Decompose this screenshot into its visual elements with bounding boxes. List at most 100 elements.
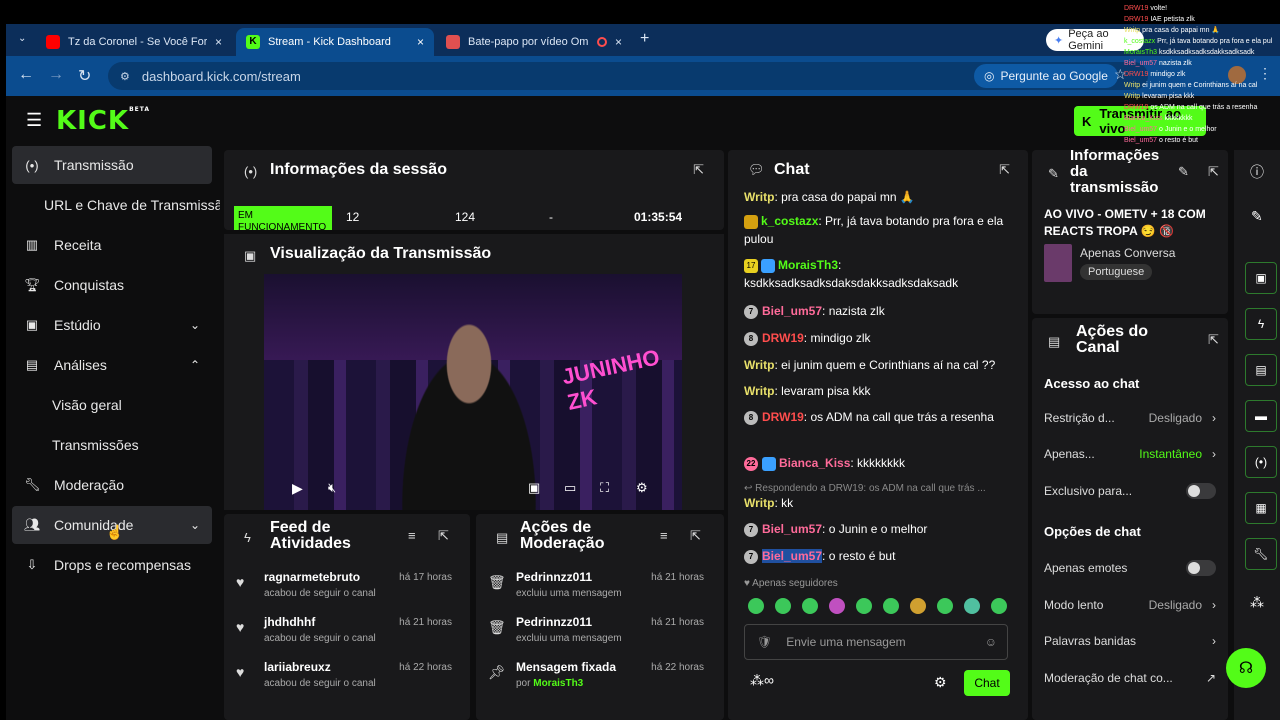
sidebar-item-transmissao[interactable]: (•) Transmissão [12, 146, 212, 184]
emote-icon[interactable] [829, 598, 845, 614]
emote-icon[interactable] [910, 598, 926, 614]
emote-icon[interactable] [802, 598, 818, 614]
filter-icon[interactable]: ≡ [408, 528, 416, 543]
chat-moderation-link[interactable]: Moderação de chat co... ↗ [1044, 660, 1216, 696]
kick-dashboard-page: ☰ KICKBETA K Transmitir ao vivo (•) Trans… [6, 96, 1280, 720]
chat-settings-icon[interactable]: ⚙ [934, 674, 947, 691]
stream-video[interactable]: JUNINHO ZK ▶ 🔇︎ ▣ ▭ ⛶ ⚙ [264, 274, 682, 510]
wrench-icon: 🔧︎ [24, 477, 41, 492]
popout-icon[interactable]: ⇱ [438, 528, 449, 544]
reload-icon[interactable]: ↻ [78, 66, 91, 86]
list-item: ♥ lariiabreuxz acabou de seguir o canal há … [236, 660, 452, 689]
settings-icon[interactable]: ⚙ [636, 480, 648, 496]
emotes-only-toggle[interactable] [1186, 560, 1216, 576]
chat-message: Writp: pra casa do papai mn 🙏 [744, 190, 915, 204]
emote-icon[interactable] [883, 598, 899, 614]
edit-icon[interactable]: ✎ [1251, 208, 1263, 225]
list-item: 🗑︎ Pedrinnzz011 excluiu uma mensagem há 21 … [488, 570, 704, 599]
send-chat-button[interactable]: Chat [964, 670, 1010, 696]
tab-ometv[interactable]: Bate-papo por vídeo OmeTV × [436, 28, 632, 56]
tab-youtube[interactable]: Tz da Coronel - Se Você For Em × [36, 28, 232, 56]
popout-icon[interactable]: ⇱ [693, 162, 704, 178]
exclusive-toggle[interactable] [1186, 483, 1216, 499]
chat-message: k_costazx: Prr, já tava botando pra fora… [744, 214, 1004, 246]
session-duration: 01:35:54 [634, 210, 683, 224]
emote-icon[interactable] [775, 598, 791, 614]
sidebar-item-analises[interactable]: ▤ Análises ⌃ [12, 346, 212, 384]
panel-title: Chat [774, 161, 810, 178]
new-tab-button[interactable]: + [640, 30, 649, 48]
menu-icon[interactable]: ☰ [26, 110, 42, 131]
wrench-icon[interactable]: 🔧︎ [1245, 538, 1277, 570]
chat-message: Writp: ei junim quem e Corinthians aí na… [744, 358, 996, 372]
sidebar-item-receita[interactable]: ▥ Receita [12, 226, 212, 264]
session-info-panel: (•) Informações da sessão ⇱ EM FUNCIONAM… [224, 150, 724, 230]
sidebar-item-estudio[interactable]: ▣ Estúdio ⌄ [12, 306, 212, 344]
chat-input[interactable]: 🛡︎ Envie uma mensagem ☺ [744, 624, 1008, 660]
emote-bar [748, 598, 1018, 616]
popout-icon[interactable]: ⇱ [690, 528, 701, 544]
forward-icon[interactable]: → [48, 66, 64, 84]
camera-icon[interactable]: ▣ [1245, 262, 1277, 294]
broadcast-icon: (•) [244, 164, 258, 179]
broadcast-icon: (•) [25, 157, 39, 173]
emote-icon[interactable] [991, 598, 1007, 614]
chat-restriction-setting[interactable]: Restrição d... Desligado › [1044, 400, 1216, 436]
site-info-icon[interactable]: ⚙ [120, 70, 130, 83]
clipboard-icon[interactable]: ▤ [1245, 354, 1277, 386]
sidebar: (•) Transmissão URL e Chave de Transmissã… [6, 146, 220, 720]
info-icon[interactable]: ⓘ [1250, 162, 1264, 182]
filter-icon[interactable]: ≡ [660, 528, 668, 543]
popout-icon[interactable]: ⇱ [1208, 332, 1219, 348]
slow-mode-setting[interactable]: Modo lento Desligado › [1044, 587, 1216, 623]
theater-icon[interactable]: ▭ [564, 480, 576, 496]
close-tab-icon[interactable]: × [615, 35, 622, 49]
lightning-icon[interactable]: ϟ [1245, 308, 1277, 340]
followers-only-setting[interactable]: Apenas... Instantâneo › [1044, 436, 1216, 472]
tab-kick-dashboard[interactable]: K Stream - Kick Dashboard × [236, 28, 434, 56]
bar-chart-icon: ▥ [25, 237, 39, 252]
chat-bubble-icon[interactable]: ▬ [1245, 400, 1277, 432]
overlay-message: Biel_um57 o resto é but [1124, 137, 1198, 144]
sidebar-item-conquistas[interactable]: 🏆︎ Conquistas [12, 266, 212, 304]
popout-icon[interactable]: ⇱ [999, 162, 1010, 178]
sidebar-item-drops[interactable]: ⇩ Drops e recompensas [12, 546, 212, 584]
pip-icon[interactable]: ▣ [528, 480, 540, 496]
broadcast-icon[interactable]: (•) [1245, 446, 1277, 478]
popout-icon[interactable]: ⇱ [1208, 164, 1219, 180]
banned-words-setting[interactable]: Palavras banidas › [1044, 623, 1216, 659]
kick-bits-icon[interactable]: ⁂ [1250, 594, 1264, 611]
close-tab-icon[interactable]: × [215, 35, 222, 49]
tab-list-chevron-icon[interactable]: ⌄ [18, 33, 26, 44]
edit-icon[interactable]: ✎ [1178, 164, 1189, 180]
clipboard-icon: ▤ [496, 530, 509, 545]
dashboard-icon[interactable]: ▦ [1245, 492, 1277, 524]
chat-bubble-icon: 💬︎ [748, 162, 765, 177]
emote-icon[interactable] [748, 598, 764, 614]
chevron-up-icon: ⌃ [189, 358, 200, 372]
emote-icon[interactable] [964, 598, 980, 614]
stream-title: AO VIVO - OMETV + 18 COM REACTS TROPA 😏 … [1044, 207, 1206, 238]
back-icon[interactable]: ← [18, 66, 34, 84]
section-heading: Acesso ao chat [1044, 376, 1140, 391]
emote-icon[interactable] [856, 598, 872, 614]
stat-value: 12 [346, 210, 360, 224]
support-headset-button[interactable]: ☊ [1226, 648, 1266, 688]
kick-bits-icon[interactable]: ⁂∞ [750, 672, 774, 689]
sidebar-item-visao-geral[interactable]: Visão geral [12, 386, 212, 424]
close-tab-icon[interactable]: × [417, 35, 424, 49]
ask-google-button[interactable]: ◎ Pergunte ao Google [974, 64, 1118, 88]
mod-badge-icon [762, 456, 776, 471]
sidebar-item-moderacao[interactable]: 🔧︎ Moderação [12, 466, 212, 504]
emote-icon[interactable] [937, 598, 953, 614]
chevron-right-icon: › [1212, 411, 1216, 425]
sidebar-item-transmissoes[interactable]: Transmissões [12, 426, 212, 464]
emoji-icon[interactable]: ☺ [985, 635, 997, 649]
kick-logo[interactable]: KICKBETA [56, 106, 150, 136]
fullscreen-icon[interactable]: ⛶ [600, 480, 609, 496]
play-icon[interactable]: ▶ [292, 480, 303, 497]
sidebar-item-url-chave[interactable]: URL e Chave de Transmissão [12, 186, 220, 224]
overlay-message: Writp levaram pisa kkk [1124, 93, 1195, 100]
overlay-chat: DRW19 volte! DRW19 IAE petista zlk Writp… [1120, 4, 1280, 154]
mute-icon[interactable]: 🔇︎ [328, 480, 336, 496]
